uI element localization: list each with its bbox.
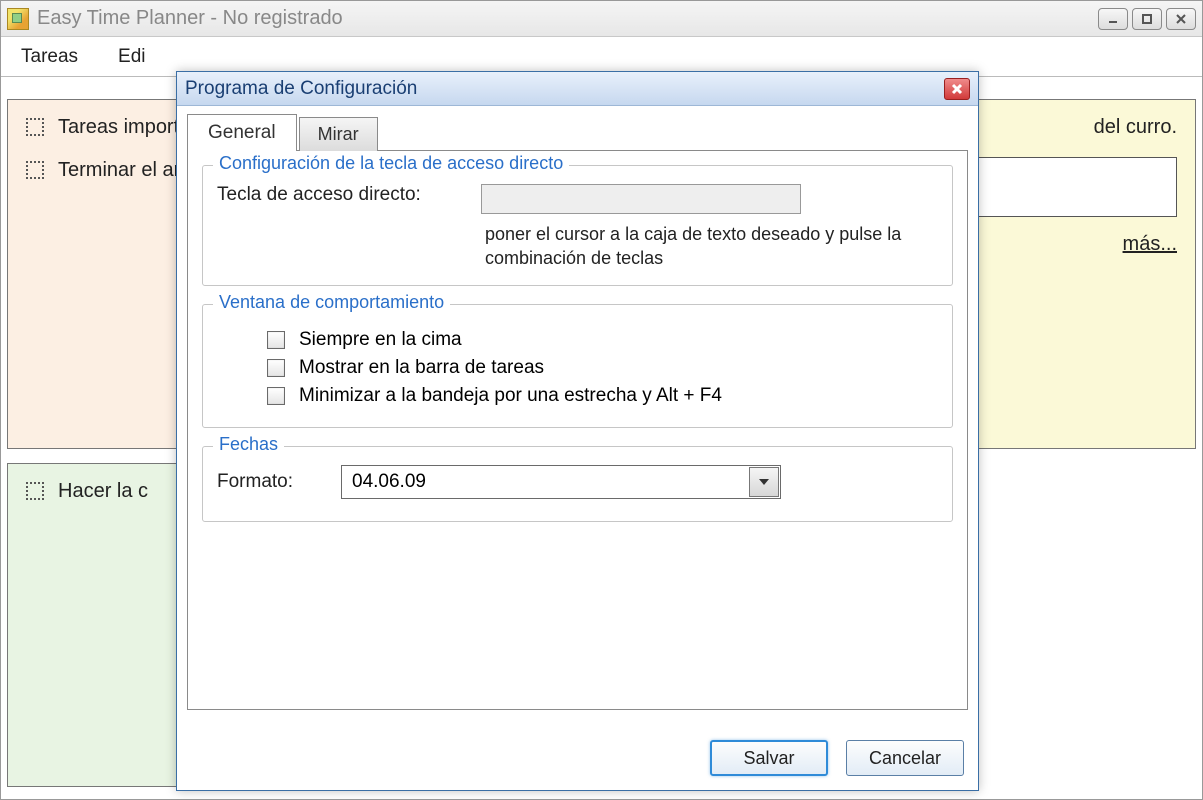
checkbox-label: Siempre en la cima	[299, 329, 462, 351]
dialog-title: Programa de Configuración	[185, 78, 417, 100]
menu-tareas[interactable]: Tareas	[21, 46, 78, 68]
group-window-legend: Ventana de comportamiento	[213, 292, 450, 313]
task-text: Hacer la c	[58, 478, 148, 505]
group-window-behavior: Ventana de comportamiento Siempre en la …	[202, 304, 953, 428]
checkbox-always-on-top[interactable]	[267, 331, 285, 349]
save-button[interactable]: Salvar	[710, 740, 828, 776]
checkbox-show-taskbar[interactable]	[267, 359, 285, 377]
hotkey-hint: poner el cursor a la caja de texto desea…	[485, 222, 905, 271]
group-hotkey-legend: Configuración de la tecla de acceso dire…	[213, 153, 569, 174]
app-icon	[7, 8, 29, 30]
task-checkbox[interactable]	[26, 161, 44, 179]
task-checkbox[interactable]	[26, 118, 44, 136]
menu-edi[interactable]: Edi	[118, 46, 145, 68]
maximize-button[interactable]	[1132, 8, 1162, 30]
group-hotkey: Configuración de la tecla de acceso dire…	[202, 165, 953, 286]
tab-general[interactable]: General	[187, 114, 297, 151]
checkbox-label: Minimizar a la bandeja por una estrecha …	[299, 385, 722, 407]
hotkey-label: Tecla de acceso directo:	[217, 184, 467, 206]
hotkey-input[interactable]	[481, 184, 801, 214]
tab-mirar[interactable]: Mirar	[299, 117, 378, 151]
dialog-buttons: Salvar Cancelar	[177, 728, 978, 790]
date-format-dropdown[interactable]: 04.06.09	[341, 465, 781, 499]
app-title: Easy Time Planner - No registrado	[37, 7, 343, 30]
date-format-label: Formato:	[217, 471, 327, 493]
group-dates-legend: Fechas	[213, 434, 284, 455]
checkbox-minimize-tray[interactable]	[267, 387, 285, 405]
app-titlebar: Easy Time Planner - No registrado	[1, 1, 1202, 37]
date-format-value: 04.06.09	[342, 471, 748, 493]
tabbar: General Mirar	[187, 114, 968, 150]
config-dialog: Programa de Configuración General Mirar …	[176, 71, 979, 791]
dialog-titlebar[interactable]: Programa de Configuración	[177, 72, 978, 106]
task-checkbox[interactable]	[26, 482, 44, 500]
tab-pane-general: Configuración de la tecla de acceso dire…	[187, 150, 968, 710]
chevron-down-icon[interactable]	[749, 467, 779, 497]
close-button[interactable]	[1166, 8, 1196, 30]
checkbox-label: Mostrar en la barra de tareas	[299, 357, 544, 379]
cancel-button[interactable]: Cancelar	[846, 740, 964, 776]
task-text: del curro.	[1094, 114, 1177, 141]
group-dates: Fechas Formato: 04.06.09	[202, 446, 953, 522]
dialog-close-button[interactable]	[944, 78, 970, 100]
minimize-button[interactable]	[1098, 8, 1128, 30]
